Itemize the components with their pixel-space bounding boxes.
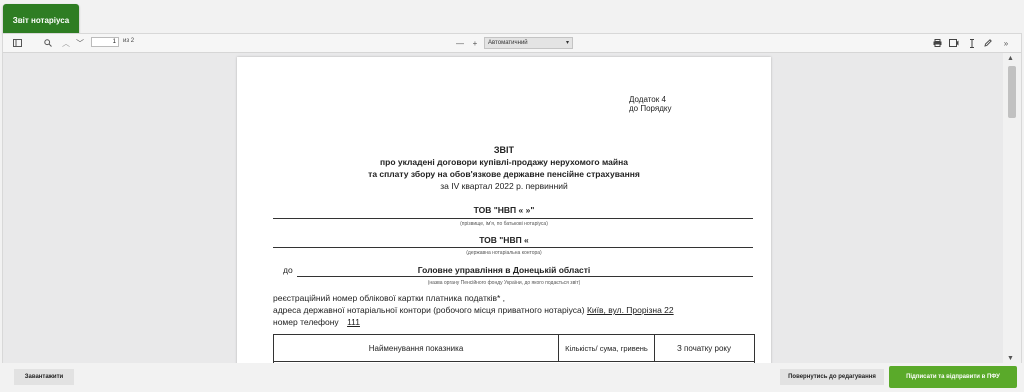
- report-subtitle-1: про укладені договори купівлі-продажу не…: [380, 157, 628, 167]
- zoom-select-value: Автоматичний: [488, 40, 528, 46]
- sidebar-toggle-icon[interactable]: [11, 37, 23, 49]
- document-scroll-area[interactable]: Додаток 4 до Порядку ЗВІТ про укладені д…: [3, 53, 1021, 364]
- tab-notary-report[interactable]: Звіт нотаріуса: [3, 4, 79, 36]
- pencil-icon[interactable]: [983, 37, 993, 49]
- page-number-input[interactable]: 1: [91, 37, 119, 47]
- zoom-in-button[interactable]: +: [470, 37, 480, 49]
- notary-office-name: ТОВ "НВП «: [479, 235, 529, 245]
- page-count-label: из 2: [123, 38, 135, 44]
- divider-line: [273, 247, 753, 248]
- zoom-select[interactable]: Автоматичний ▾: [484, 37, 573, 49]
- appendix-note: Додаток 4 до Порядку: [629, 95, 672, 113]
- scrollbar-thumb[interactable]: [1008, 66, 1016, 118]
- text-cursor-icon[interactable]: [967, 37, 977, 49]
- recipient-caption: (назва органу Пенсійного фонду України, …: [427, 280, 581, 286]
- table-header-cell: Кількість/ сума, гривень: [559, 335, 655, 361]
- download-button[interactable]: Завантажити: [14, 369, 74, 385]
- phone-value: 111: [347, 317, 360, 327]
- report-title: ЗВІТ: [493, 145, 515, 155]
- address-line: адреса державної нотаріальної контори (р…: [273, 305, 674, 315]
- pdf-viewer: ︿ ﹀ 1 из 2 — + Автоматичний ▾ » Додаток …: [2, 33, 1022, 365]
- report-subtitle-2: та сплату збору на обов'язкове державне …: [368, 169, 640, 179]
- present-icon[interactable]: [948, 37, 960, 49]
- table-header-cell: Найменування показника: [274, 335, 559, 361]
- table-row-divider: [274, 361, 754, 362]
- pdf-toolbar: ︿ ﹀ 1 из 2 — + Автоматичний ▾ »: [3, 34, 1021, 53]
- notary-office-caption: (державна нотаріальна контора): [466, 250, 542, 256]
- address-label: адреса державної нотаріальної контори (р…: [273, 305, 585, 315]
- back-to-edit-button[interactable]: Повернутись до редагування: [780, 369, 884, 385]
- report-table: Найменування показника Кількість/ сума, …: [273, 334, 755, 364]
- report-subtitle-3: за IV квартал 2022 р. первинний: [440, 181, 568, 191]
- address-value: Київ, вул. Прорізна 22: [586, 305, 674, 315]
- reg-number-line: реєстраційний номер облікової картки пла…: [273, 293, 506, 303]
- appendix-line-2: до Порядку: [629, 104, 672, 113]
- notary-name-caption: (прізвище, ім'я, по батькові нотаріуса): [460, 221, 548, 227]
- scroll-up-icon[interactable]: ▲: [1007, 55, 1014, 62]
- recipient-name: Головне управління в Донецькій області: [417, 265, 591, 275]
- next-page-icon[interactable]: ﹀: [75, 37, 85, 49]
- phone-line: номер телефону 111: [273, 317, 366, 327]
- notary-name: ТОВ "НВП « »": [473, 205, 535, 215]
- table-header-cell: З початку року: [676, 343, 732, 353]
- more-tools-icon[interactable]: »: [1000, 37, 1012, 49]
- zoom-out-button[interactable]: —: [455, 37, 465, 49]
- divider-line: [297, 276, 753, 277]
- phone-label: номер телефону: [273, 317, 339, 327]
- vertical-scrollbar[interactable]: ▲ ▼: [1003, 53, 1021, 364]
- divider-line: [273, 218, 753, 219]
- search-icon[interactable]: [43, 37, 53, 49]
- document-page: Додаток 4 до Порядку ЗВІТ про укладені д…: [237, 57, 771, 364]
- prev-page-icon[interactable]: ︿: [61, 37, 71, 49]
- scroll-down-icon[interactable]: ▼: [1007, 355, 1014, 362]
- sign-and-send-button[interactable]: Підписати та відправити в ПФУ: [889, 366, 1017, 388]
- appendix-line-1: Додаток 4: [629, 95, 666, 104]
- print-icon[interactable]: [932, 37, 942, 49]
- chevron-down-icon: ▾: [565, 40, 569, 46]
